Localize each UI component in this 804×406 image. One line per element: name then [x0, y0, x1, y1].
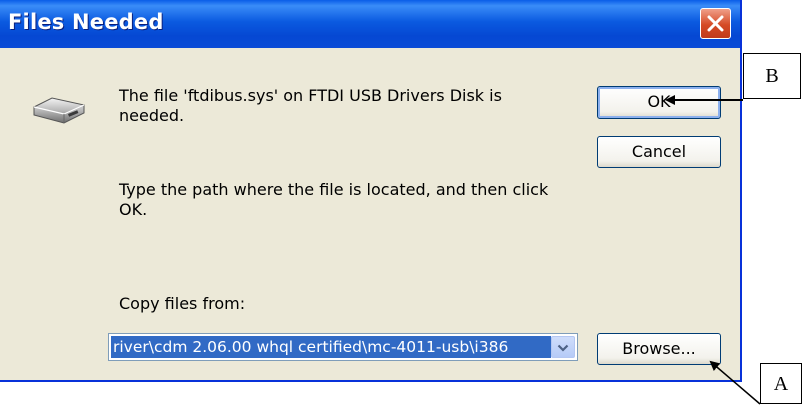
annotation-arrows — [665, 95, 761, 405]
arrow-a — [709, 360, 761, 405]
